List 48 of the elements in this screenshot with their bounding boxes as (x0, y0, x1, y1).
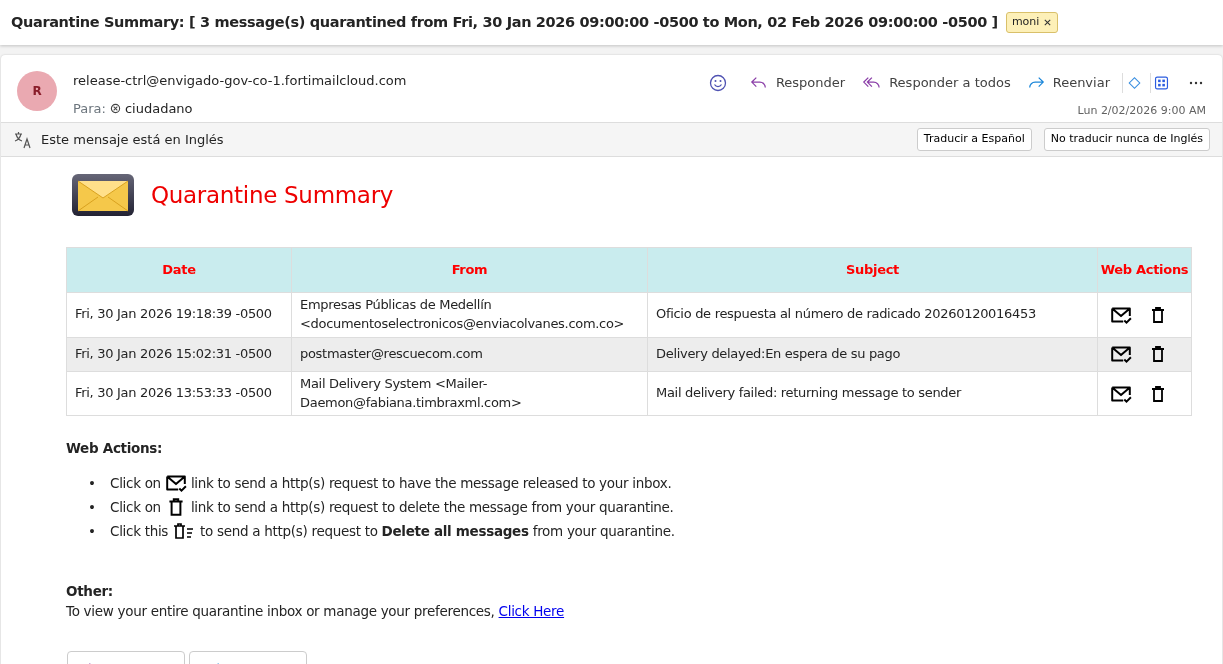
table-cell: Fri, 30 Jan 2026 19:18:39 -0500 (66, 292, 292, 338)
translate-button[interactable]: No traducir nunca de Inglés (1043, 128, 1210, 151)
list-item-text: Click on (110, 473, 161, 493)
translate-icon (13, 129, 33, 150)
table-cell: postmaster@rescuecom.com (291, 337, 648, 372)
table-cell: Mail delivery failed: returning message to sender (647, 371, 1098, 416)
envelope-logo (71, 173, 135, 217)
recipient-name[interactable]: ciudadano (124, 98, 193, 118)
received-date: Lun 2/02/2026 9:00 AM (1077, 102, 1206, 119)
bullet: • (88, 521, 97, 541)
emoji-icon[interactable] (707, 72, 728, 93)
column-header: From (291, 247, 648, 293)
section-heading: Other: (66, 581, 114, 601)
release-icon[interactable] (1110, 343, 1132, 366)
list-item-text: to send a http(s) request to Delete all messages from your quarantine. (200, 521, 675, 541)
table-cell: Oficio de respuesta al número de radicado 20260120016453 (647, 292, 1098, 338)
avatar: R (17, 71, 57, 111)
table-cell: Fri, 30 Jan 2026 13:53:33 -0500 (66, 371, 292, 416)
column-header: Subject (647, 247, 1098, 293)
apps-icon[interactable] (1150, 72, 1170, 93)
body-text: To view your entire quarantine inbox or manage your preferences, (66, 602, 496, 619)
close-icon[interactable] (1043, 18, 1053, 27)
to-label: Para: (73, 99, 106, 118)
page-title: Quarantine Summary (151, 180, 394, 210)
section-heading: Web Actions: (66, 439, 164, 459)
reply-button[interactable]: Responder (745, 71, 850, 95)
diamond-icon[interactable] (1122, 72, 1142, 93)
bullet: • (88, 497, 97, 517)
preferences-link[interactable]: Click Here (498, 602, 565, 619)
translate-button[interactable]: Traducir a Español (916, 128, 1032, 151)
table-cell: Mail Delivery System <Mailer-Daemon@fabiana.timbraxml.com> (291, 371, 648, 416)
column-header: Date (66, 247, 292, 293)
remove-icon (109, 102, 121, 114)
language-notice: Este mensaje está en Inglés (41, 130, 225, 149)
list-item-text: link to send a http(s) request to have the message released to your inbox. (190, 473, 672, 493)
sender-address: release-ctrl@envigado-gov-co-1.fortimailcloud.com (73, 72, 408, 90)
list-item-text: Click this (110, 521, 169, 541)
reply-all-button[interactable]: Responder a todos (857, 71, 1015, 95)
email-subject: Quarantine Summary: [ 3 message(s) quarantined from Fri, 30 Jan 2026 09:00:00 -0500 to Mon, 02 Feb 2026 09:00:00 -0500 ] (11, 12, 998, 32)
table-cell: Fri, 30 Jan 2026 15:02:31 -0500 (66, 337, 292, 372)
bullet: • (88, 473, 97, 493)
table-cell: Empresas Públicas de Medellín <documentoselectronicos@enviacolvanes.com.co> (291, 292, 648, 338)
column-header: Web Actions (1097, 247, 1192, 293)
table-cell: Delivery delayed:En espera de su pago (647, 337, 1098, 372)
list-item-text: Click on (110, 497, 161, 517)
category-tag[interactable]: moni (1005, 12, 1059, 33)
forward-button[interactable]: Reenviar (1022, 71, 1114, 95)
list-item-text: link to send a http(s) request to delete the message from your quarantine. (190, 497, 674, 517)
